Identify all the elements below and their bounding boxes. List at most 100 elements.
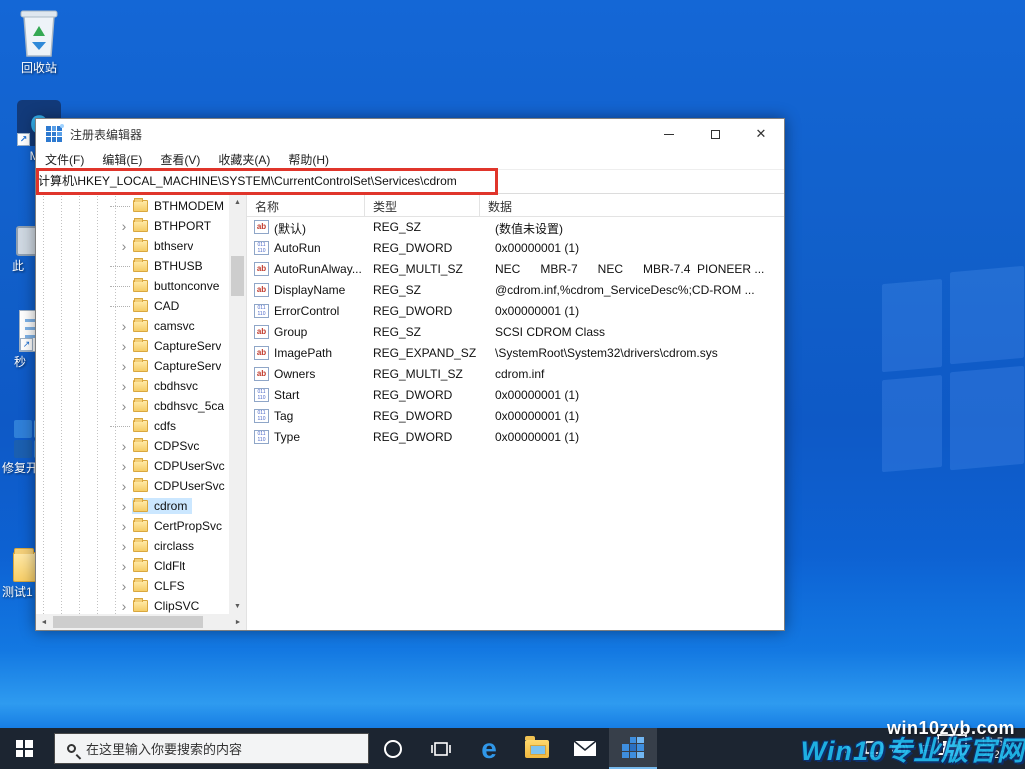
folder-icon [133,358,148,372]
task-view-button[interactable] [417,728,465,769]
tree-item[interactable]: › CldFlt [36,556,229,576]
minimize-button[interactable] [646,119,692,149]
folder-icon [133,418,148,432]
column-header-data[interactable]: 数据 [480,194,784,216]
tree-item[interactable]: cdfs [36,416,229,436]
folder-icon [133,398,148,412]
maximize-button[interactable] [692,119,738,149]
tree-item[interactable]: › CDPUserSvc [36,476,229,496]
menu-help[interactable]: 帮助(H) [279,151,338,168]
expander-icon[interactable]: › [118,439,130,453]
maximize-icon [710,129,720,139]
tree-item[interactable]: › camsvc [36,316,229,336]
expander-icon[interactable]: › [118,539,130,553]
regedit-app-icon [46,124,64,142]
tree-item[interactable]: › CDPSvc [36,436,229,456]
expander-icon[interactable]: › [118,499,130,513]
tree-item[interactable]: › BTHPORT [36,216,229,236]
column-header-type[interactable]: 类型 [365,194,480,216]
tree-item[interactable]: buttonconve [36,276,229,296]
scroll-up-icon[interactable]: ▲ [229,194,246,210]
expander-icon[interactable]: › [118,459,130,473]
tree-rows: BTHMODEM › BTHPORT › bthserv BTHUSB button… [36,196,229,614]
tree-item[interactable]: › CDPUserSvc [36,456,229,476]
tree-item[interactable]: › cbdhsvc_5ca [36,396,229,416]
value-row[interactable]: 011 110 Type REG_DWORD 0x00000001 (1) [247,427,784,448]
scroll-right-icon[interactable]: ► [230,614,246,630]
scroll-left-icon[interactable]: ◄ [36,614,52,630]
column-header-name[interactable]: 名称 [247,194,365,216]
minimize-icon [664,133,674,135]
tree-item[interactable]: › circlass [36,536,229,556]
mail-button[interactable] [561,728,609,769]
tree-vertical-scrollbar[interactable]: ▲ ▼ [229,194,246,614]
regedit-taskbar-button[interactable] [609,728,657,769]
expander-icon[interactable]: › [118,559,130,573]
folder-icon [133,518,148,532]
value-row[interactable]: ab Group REG_SZ SCSI CDROM Class [247,322,784,343]
menu-view[interactable]: 查看(V) [151,151,209,168]
menu-file[interactable]: 文件(F) [36,151,93,168]
expander-icon[interactable]: › [118,339,130,353]
windows-logo-icon [15,740,33,757]
value-row[interactable]: 011 110 Tag REG_DWORD 0x00000001 (1) [247,406,784,427]
folder-icon [133,458,148,472]
start-button[interactable] [0,728,48,769]
shortcut-arrow-icon: ↗ [20,338,33,351]
tree-item[interactable]: BTHMODEM [36,196,229,216]
expander-icon[interactable]: › [118,399,130,413]
tree-item[interactable]: CAD [36,296,229,316]
dword-value-icon: 011 110 [254,241,269,255]
expander-icon[interactable]: › [118,579,130,593]
tree-item[interactable]: › CLFS [36,576,229,596]
title-bar[interactable]: 注册表编辑器 ✕ [36,119,784,149]
tree-item-selected[interactable]: › cdrom [36,496,229,516]
expander-icon[interactable]: › [118,239,130,253]
close-button[interactable]: ✕ [738,119,784,149]
string-value-icon: ab [254,262,269,276]
edge-icon: e [481,732,497,764]
value-row[interactable]: ab ImagePath REG_EXPAND_SZ \SystemRoot\Syst… [247,343,784,364]
shortcut-arrow-icon: ↗ [17,133,30,146]
expander-icon[interactable]: › [118,219,130,233]
tree-item[interactable]: › cbdhsvc [36,376,229,396]
value-row[interactable]: 011 110 Start REG_DWORD 0x00000001 (1) [247,385,784,406]
edge-taskbar-button[interactable]: e [465,728,513,769]
tree-item[interactable]: › bthserv [36,236,229,256]
expander-icon[interactable]: › [118,319,130,333]
scroll-down-icon[interactable]: ▼ [229,598,246,614]
expander-icon[interactable]: › [118,599,130,613]
tree-item[interactable]: › CaptureServ [36,336,229,356]
values-header: 名称 类型 数据 [247,194,784,217]
expander-icon[interactable]: › [118,519,130,533]
tree-item[interactable]: BTHUSB [36,256,229,276]
desktop-icon-recycle-bin[interactable]: 回收站 [8,6,70,75]
value-row[interactable]: ab Owners REG_MULTI_SZ cdrom.inf [247,364,784,385]
tree-horizontal-scrollbar[interactable]: ◄ ► [36,614,246,630]
value-row[interactable]: 011 110 ErrorControl REG_DWORD 0x00000001 (1… [247,301,784,322]
folder-icon [133,598,148,612]
tree-item[interactable]: › CaptureServ [36,356,229,376]
value-row[interactable]: ab (默认) REG_SZ (数值未设置) [247,217,784,238]
expander-icon[interactable]: › [118,479,130,493]
value-row[interactable]: ab AutoRunAlway... REG_MULTI_SZ NEC MBR-7 N… [247,259,784,280]
value-row[interactable]: ab DisplayName REG_SZ @cdrom.inf,%cdrom_Ser… [247,280,784,301]
taskbar-search-input[interactable]: 在这里输入你要搜索的内容 [54,733,369,764]
scrollbar-thumb[interactable] [53,616,203,628]
file-explorer-button[interactable] [513,728,561,769]
address-bar[interactable]: 计算机\HKEY_LOCAL_MACHINE\SYSTEM\CurrentCon… [36,169,784,194]
scrollbar-thumb[interactable] [231,256,244,296]
window-title: 注册表编辑器 [70,127,143,142]
folder-icon [133,198,148,212]
menu-favorites[interactable]: 收藏夹(A) [209,151,279,168]
tree-item[interactable]: › ClipSVC [36,596,229,614]
folder-icon [133,278,148,292]
tree-item[interactable]: › CertPropSvc [36,516,229,536]
string-value-icon: ab [254,220,269,234]
cortana-button[interactable] [369,728,417,769]
menu-edit[interactable]: 编辑(E) [93,151,151,168]
expander-icon[interactable]: › [118,379,130,393]
expander-icon[interactable]: › [118,359,130,373]
file-explorer-icon [525,735,549,758]
value-row[interactable]: 011 110 AutoRun REG_DWORD 0x00000001 (1) [247,238,784,259]
